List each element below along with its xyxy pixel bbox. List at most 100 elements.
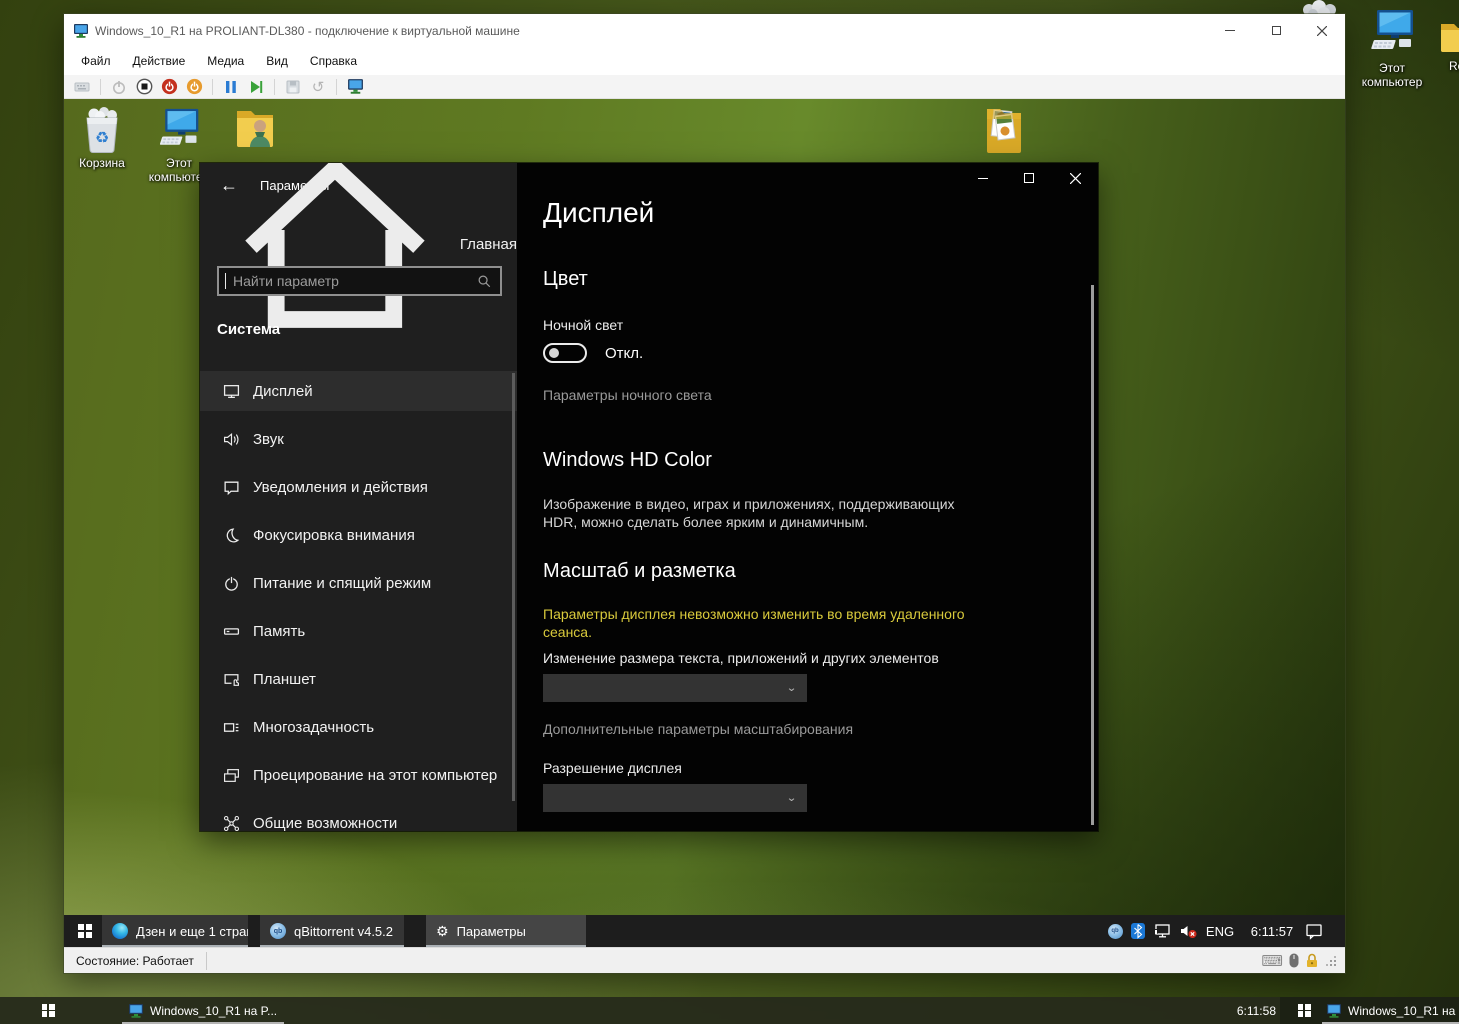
host-folder-rou-icon[interactable]: Rou <box>1428 16 1459 73</box>
sidebar-item-focus[interactable]: Фокусировка внимания <box>200 515 517 555</box>
settings-caption-buttons <box>960 163 1098 193</box>
menu-action[interactable]: Действие <box>122 49 197 73</box>
scale-heading: Масштаб и разметка <box>543 560 736 583</box>
scale-dropdown[interactable]: ⌄ <box>543 674 807 702</box>
tray-language-indicator[interactable]: ENG <box>1202 915 1238 947</box>
lock-icon <box>1305 953 1319 968</box>
statusbar-separator <box>206 952 207 970</box>
host-task-vmconnect-monitor2[interactable]: Windows_10_R1 на P. <box>1322 997 1459 1024</box>
save-vm-button[interactable] <box>283 77 303 97</box>
vm-user-folder-icon[interactable] <box>220 105 290 151</box>
start-vm-button[interactable] <box>109 77 129 97</box>
vm-start-button[interactable] <box>64 915 106 947</box>
search-input[interactable] <box>226 273 477 289</box>
resolution-dropdown[interactable]: ⌄ <box>543 784 807 812</box>
host-recycle-bin-icon[interactable] <box>1297 0 1347 14</box>
sidebar-item-label: Проецирование на этот компьютер <box>253 767 497 784</box>
revert-vm-button[interactable]: ↺ <box>308 77 328 97</box>
tray-clock[interactable]: 6:11:57 <box>1242 915 1302 947</box>
vmconnect-titlebar[interactable]: Windows_10_R1 на PROLIANT-DL380 - подклю… <box>64 14 1345 47</box>
resume-vm-button[interactable] <box>246 77 266 97</box>
power-off-icon <box>161 78 178 95</box>
sidebar-item-notifications[interactable]: Уведомления и действия <box>200 467 517 507</box>
toggle-knob <box>549 348 559 358</box>
computer-icon <box>156 107 202 153</box>
host-this-pc-icon[interactable]: Этот компьютер <box>1356 8 1428 90</box>
sidebar-item-display[interactable]: Дисплей <box>200 371 517 411</box>
menu-view[interactable]: Вид <box>255 49 299 73</box>
resize-grip[interactable] <box>1325 955 1337 967</box>
windows-logo-icon <box>78 924 92 938</box>
taskbar-task-settings[interactable]: ⚙ Параметры <box>426 915 586 947</box>
gear-icon: ⚙ <box>436 923 449 940</box>
color-section-heading: Цвет <box>543 268 588 291</box>
settings-minimize-button[interactable] <box>960 163 1006 193</box>
vm-recycle-bin-icon[interactable]: ♻ Корзина <box>68 107 136 170</box>
settings-maximize-button[interactable] <box>1006 163 1052 193</box>
host-start-button[interactable] <box>26 997 70 1024</box>
turn-off-button[interactable] <box>159 77 179 97</box>
sidebar-item-label: Многозадачность <box>253 719 374 736</box>
task-label: qBittorrent v4.5.2 <box>294 924 393 939</box>
menu-media[interactable]: Медиа <box>196 49 255 73</box>
hdr-description: Изображение в видео, играх и приложениях… <box>543 495 971 532</box>
host-task-vmconnect[interactable]: Windows_10_R1 на P... <box>122 997 284 1024</box>
page-title: Дисплей <box>543 197 654 229</box>
host-task-label: Windows_10_R1 на P. <box>1348 1004 1459 1018</box>
search-box[interactable] <box>217 266 502 296</box>
tray-qbittorrent-icon[interactable]: qb <box>1104 915 1126 947</box>
shut-down-button[interactable] <box>184 77 204 97</box>
night-light-label: Ночной свет <box>543 317 623 333</box>
maximize-button[interactable] <box>1253 14 1299 47</box>
settings-close-button[interactable] <box>1052 163 1098 193</box>
task-label: Параметры <box>457 924 526 939</box>
power-icon <box>223 575 240 592</box>
sidebar-item-tablet[interactable]: Планшет <box>200 659 517 699</box>
close-button[interactable] <box>1299 14 1345 47</box>
sidebar-item-label: Фокусировка внимания <box>253 527 415 544</box>
recycle-bin-icon: ♻ <box>80 107 124 153</box>
sidebar-item-shared[interactable]: Общие возможности <box>200 803 517 831</box>
stop-vm-button[interactable] <box>134 77 154 97</box>
action-center-icon[interactable] <box>1296 915 1332 947</box>
host-task-label: Windows_10_R1 на P... <box>150 1004 277 1018</box>
moon-icon <box>223 527 240 544</box>
minimize-button[interactable] <box>1207 14 1253 47</box>
night-light-state: Откл. <box>605 345 643 362</box>
pictures-folder-icon <box>983 101 1025 157</box>
pause-icon <box>224 80 238 94</box>
host-clock[interactable]: 6:11:58 <box>1216 997 1276 1024</box>
tray-volume-muted-icon[interactable] <box>1176 915 1202 947</box>
pause-vm-button[interactable] <box>221 77 241 97</box>
ctrl-alt-del-button[interactable] <box>72 77 92 97</box>
shared-experiences-icon <box>223 815 240 832</box>
enhanced-session-button[interactable] <box>345 77 365 97</box>
windows-logo-icon <box>42 1004 55 1017</box>
settings-sidebar: ← Параметры Главная <box>200 163 517 831</box>
tray-network-icon[interactable] <box>1150 915 1176 947</box>
qbittorrent-icon: qb <box>270 923 286 939</box>
tray-bluetooth-icon[interactable] <box>1127 915 1149 947</box>
sidebar-scrollbar[interactable] <box>512 373 515 801</box>
sidebar-section-system: Система <box>217 321 280 338</box>
vm-pictures-folder-icon[interactable] <box>969 101 1039 157</box>
settings-window: ← Параметры Главная <box>200 163 1098 831</box>
menu-help[interactable]: Справка <box>299 49 368 73</box>
sidebar-item-sound[interactable]: Звук <box>200 419 517 459</box>
menu-file[interactable]: Файл <box>70 49 122 73</box>
night-light-settings-link[interactable]: Параметры ночного света <box>543 387 712 403</box>
tablet-icon <box>223 671 240 688</box>
advanced-scaling-link[interactable]: Дополнительные параметры масштабирования <box>543 721 853 737</box>
sidebar-item-storage[interactable]: Память <box>200 611 517 651</box>
taskbar-task-qbittorrent[interactable]: qb qBittorrent v4.5.2 <box>260 915 404 947</box>
sidebar-item-multitasking[interactable]: Многозадачность <box>200 707 517 747</box>
host-desktop: Этот компьютер Rou Windows_10_R1 на PROL… <box>0 0 1459 1024</box>
taskbar-task-edge[interactable]: Дзен и еще 1 страни... <box>102 915 248 947</box>
night-light-toggle[interactable] <box>543 343 587 363</box>
host-start-button-monitor2[interactable] <box>1284 997 1324 1024</box>
sidebar-item-label: Питание и спящий режим <box>253 575 431 592</box>
sidebar-item-power[interactable]: Питание и спящий режим <box>200 563 517 603</box>
sidebar-item-projecting[interactable]: Проецирование на этот компьютер <box>200 755 517 795</box>
main-scrollbar[interactable] <box>1091 285 1094 825</box>
sidebar-item-home[interactable]: Главная <box>200 227 517 261</box>
